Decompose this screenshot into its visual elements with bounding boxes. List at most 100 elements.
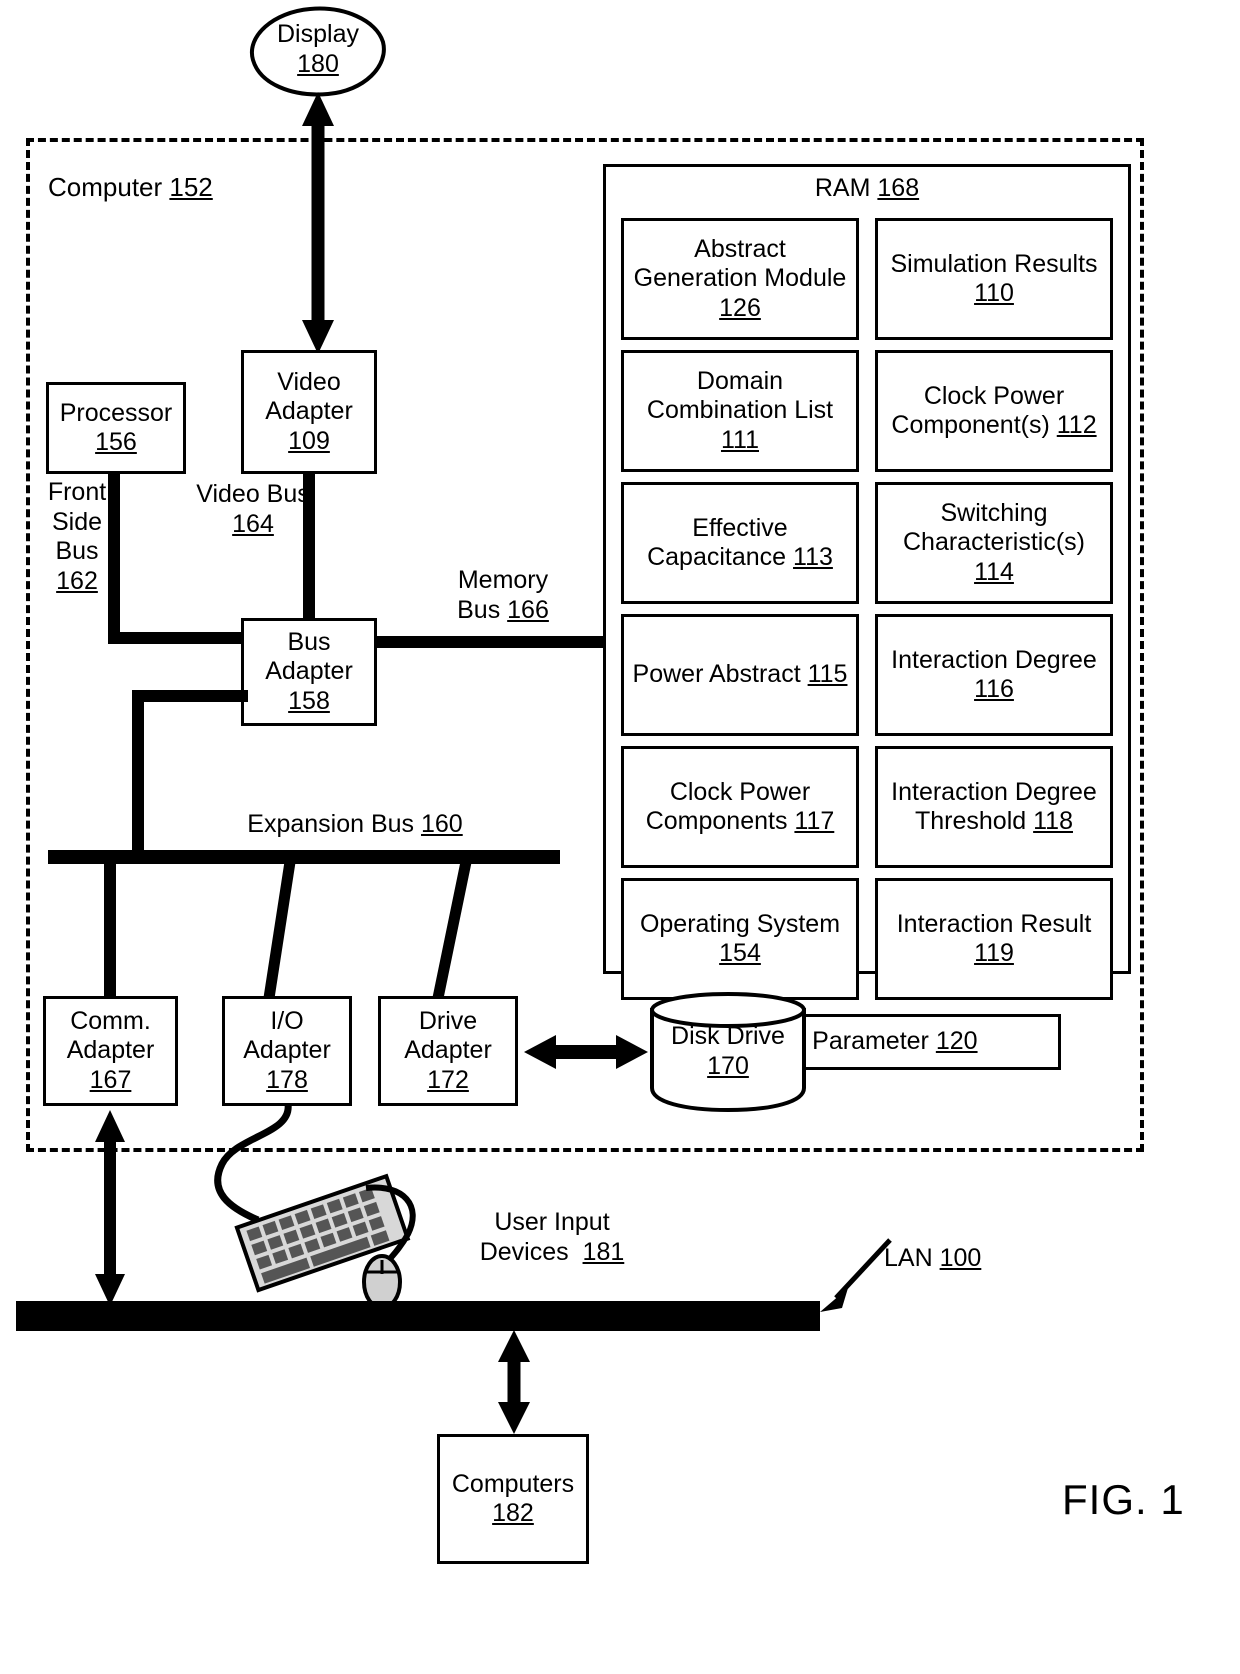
ram-module-ref-110: 110 [974,279,1014,307]
ram-module-115: Power Abstract 115 [621,614,859,736]
ram-module-ref-111: 111 [720,425,759,454]
patent-figure-1: Display 180 Computer 152 Processor 156 F… [0,0,1240,1674]
front-side-bus-label: Front Side Bus 162 [40,478,114,596]
computer-enclosure-label: Computer 152 [48,172,213,203]
ram-module-ref-114: 114 [974,557,1014,586]
processor-ref: 156 [95,428,137,456]
display-name: Display [277,20,359,48]
disk-drive-label: Disk Drive 170 [648,1022,808,1081]
ram-module-116: Interaction Degree 116 [875,614,1113,736]
display-label: Display 180 [248,20,388,79]
expansion-bus-line [48,850,560,864]
ram-module-label-111: Domain Combination List [646,366,834,425]
memory-bus-line1: Memory [457,566,549,594]
bus-adapter-line1: Bus [287,627,331,656]
lan-ref: 100 [939,1244,982,1272]
ram-module-118: Interaction Degree Threshold 118 [875,746,1113,868]
ram-module-label-115: Power Abstract [632,660,808,689]
ram-module-110: Simulation Results 110 [875,218,1113,340]
display-ref: 180 [297,49,339,78]
ram-module-114: Switching Characteristic(s) 114 [875,482,1113,604]
bus-adapter-box: Bus Adapter 158 [241,618,377,726]
ram-title-text: RAM [814,174,871,202]
computers-label: Computers [451,1469,575,1498]
computer-ref: 152 [169,172,213,202]
io-adapter-box: I/O Adapter 178 [222,996,352,1106]
io-adapter-line1: I/O [270,1006,304,1035]
ram-module-ref-113: 113 [793,543,833,571]
ram-module-label-119: Interaction Result [896,909,1092,938]
comm-adapter-line1: Comm. [70,1006,151,1035]
drive-adapter-wire [432,860,472,1000]
expansion-link-horz [132,690,248,702]
video-adapter-box: Video Adapter 109 [241,350,377,474]
lan-name: LAN [884,1244,933,1272]
ram-module-label-117: Clock Power Components [645,777,811,836]
expansion-bus-ref: 160 [421,810,463,838]
expansion-link-vert [132,690,144,858]
io-adapter-wire [263,861,296,999]
ram-title: RAM 168 [603,174,1131,204]
ram-module-ref-117: 117 [794,807,835,835]
front-side-bus-wire-horz [108,632,248,644]
video-bus-ref: 164 [232,509,274,538]
ram-module-ref-112: 112 [1056,411,1097,439]
comm-lan-arrow [95,1110,125,1306]
bus-adapter-line2: Adapter [265,657,353,686]
ram-module-ref-118: 118 [1033,807,1073,835]
computer-label-text: Computer [48,172,163,202]
drive-disk-arrow [524,1035,648,1069]
ram-module-119: Interaction Result 119 [875,878,1113,1000]
ram-module-ref-126: 126 [719,293,761,322]
figure-caption: FIG. 1 [1062,1476,1185,1523]
drive-adapter-ref: 172 [427,1065,469,1094]
ram-module-label-114: Switching Characteristic(s) [903,498,1085,557]
computers-box: Computers 182 [437,1434,589,1564]
fsb-line3: Bus [55,537,99,565]
drive-adapter-line1: Drive [418,1006,478,1035]
processor-label: Processor [59,398,173,427]
drive-adapter-line2: Adapter [404,1036,492,1065]
user-input-devices-label: User Input Devices 181 [452,1208,652,1267]
ram-module-label-154: Operating System [639,909,841,938]
mouse-icon [362,1184,416,1310]
comm-adapter-wire [104,862,116,996]
drive-adapter-box: Drive Adapter 172 [378,996,518,1106]
ram-module-ref-119: 119 [974,939,1014,967]
lan-computers-arrow [498,1330,530,1434]
ram-module-112: Clock Power Component(s) 112 [875,350,1113,472]
ram-module-label-126: Abstract Generation Module [633,234,847,293]
video-adapter-ref: 109 [288,426,330,455]
user-input-line2: Devices [479,1237,569,1266]
video-bus-wire [303,472,315,624]
video-bus-line1: Video Bus [196,480,310,508]
expansion-bus-text: Expansion Bus [247,810,415,838]
comm-adapter-ref: 167 [89,1065,132,1094]
fsb-ref: 162 [56,566,98,595]
ram-module-grid: Abstract Generation Module 126 Simulation… [621,218,1113,1000]
user-input-ref: 181 [582,1237,625,1266]
user-input-line1: User Input [494,1208,610,1236]
lan-label: LAN 100 [884,1244,981,1274]
ram-module-label-116: Interaction Degree [891,645,1097,674]
lan-bar [16,1301,820,1331]
disk-drive-name: Disk Drive [671,1022,785,1050]
disk-drive-ref: 170 [707,1051,749,1080]
ram-module-label-112: Clock Power Component(s) [891,381,1065,440]
ram-module-ref-116: 116 [974,675,1014,703]
ram-ref: 168 [877,174,920,202]
ram-module-117: Clock Power Components 117 [621,746,859,868]
ram-module-113: Effective Capacitance 113 [621,482,859,604]
memory-bus-wire [377,636,605,648]
fsb-line2: Side [51,507,103,536]
ram-module-111: Domain Combination List 111 [621,350,859,472]
computers-ref: 182 [492,1499,534,1527]
bus-adapter-ref: 158 [288,686,330,715]
memory-bus-line2: Bus [457,595,501,624]
ram-module-154: Operating System 154 [621,878,859,1000]
expansion-bus-label: Expansion Bus 160 [190,810,520,840]
io-adapter-ref: 178 [266,1065,308,1094]
memory-bus-label: Memory Bus 166 [438,566,568,625]
video-adapter-line1: Video [277,367,341,396]
joint-parameter-ref: 120 [935,1027,978,1056]
